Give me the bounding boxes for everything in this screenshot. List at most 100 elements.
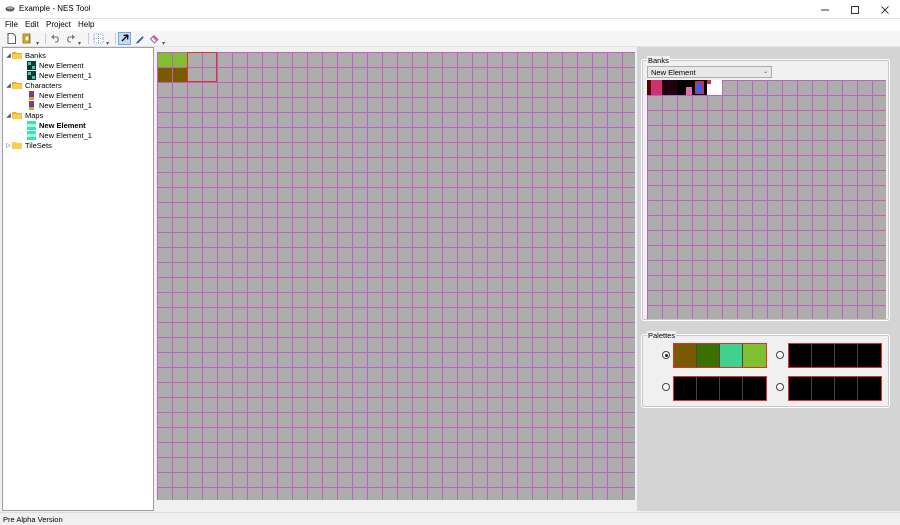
palette-swatch[interactable]	[674, 377, 697, 400]
collapse-icon[interactable]: ◢	[5, 82, 12, 89]
pencil-icon	[135, 35, 144, 43]
palette-swatch[interactable]	[720, 344, 743, 367]
minimize-icon	[821, 9, 829, 10]
close-button[interactable]	[870, 0, 900, 19]
select-arrow-icon	[121, 34, 129, 42]
map-grid	[157, 52, 635, 500]
toolbar: ▾ ▾ ▾ ▾	[0, 31, 900, 47]
redo-icon	[67, 34, 75, 43]
redo-button[interactable]	[64, 32, 77, 45]
tree-item-character-1[interactable]: New Element	[27, 90, 84, 100]
grid-icon	[93, 33, 104, 44]
tool-dropdown-icon[interactable]: ▾	[162, 40, 167, 47]
tree-label: New Element_1	[39, 130, 92, 140]
palette-radio-1[interactable]	[776, 351, 784, 359]
tree-folder-maps[interactable]: ◢ Maps	[5, 110, 43, 120]
select-tool-button[interactable]	[118, 32, 131, 45]
eraser-icon	[149, 34, 158, 43]
tree-item-bank-2[interactable]: New Element_1	[27, 70, 92, 80]
bank-tile-icon	[27, 60, 36, 70]
menu-help[interactable]: Help	[77, 20, 95, 29]
undo-button[interactable]	[49, 32, 62, 45]
palette-swatch[interactable]	[858, 344, 881, 367]
bank-tile-grid[interactable]	[647, 80, 886, 319]
tree-folder-tilesets[interactable]: ▷ TileSets	[5, 140, 52, 150]
palette-swatch[interactable]	[697, 377, 720, 400]
grid-toggle-button[interactable]	[92, 32, 105, 45]
map-icon	[27, 120, 36, 130]
palette-2[interactable]	[673, 376, 767, 401]
bank-tile-icon	[27, 70, 36, 80]
banks-group: Banks New Element ⌄	[641, 56, 890, 321]
menu-project[interactable]: Project	[45, 20, 72, 29]
menu-file[interactable]: File	[4, 20, 19, 29]
status-text: Pre Alpha Version	[3, 515, 63, 524]
pencil-tool-button[interactable]	[133, 32, 146, 45]
palette-swatch[interactable]	[812, 377, 835, 400]
tree-label: Maps	[25, 110, 44, 120]
palette-swatch[interactable]	[812, 344, 835, 367]
open-dropdown-icon[interactable]: ▾	[36, 40, 41, 47]
palette-swatch[interactable]	[789, 377, 812, 400]
tree-label-selected: New Element	[39, 120, 86, 130]
window-title: Example - NES Tool	[19, 4, 91, 13]
palette-swatch[interactable]	[743, 344, 766, 367]
status-bar: Pre Alpha Version	[0, 512, 900, 525]
new-file-icon	[7, 33, 16, 44]
toolbar-separator	[45, 33, 46, 44]
palette-swatch[interactable]	[835, 377, 858, 400]
bank-tiles-preview	[647, 80, 722, 95]
tree-folder-banks[interactable]: ◢ Banks	[5, 50, 46, 60]
tree-label: TileSets	[25, 140, 52, 150]
maximize-button[interactable]	[840, 0, 870, 19]
palette-swatch[interactable]	[789, 344, 812, 367]
palette-swatch[interactable]	[835, 344, 858, 367]
palette-swatch[interactable]	[858, 377, 881, 400]
palette-1[interactable]	[788, 343, 882, 368]
tree-item-map-1[interactable]: New Element	[27, 120, 86, 130]
palette-radio-0[interactable]	[662, 351, 670, 359]
palette-3[interactable]	[788, 376, 882, 401]
collapse-icon[interactable]: ◢	[5, 52, 12, 59]
banks-group-title: Banks	[647, 56, 670, 65]
menu-bar: File Edit Project Help	[0, 19, 900, 31]
bank-select-value: New Element	[651, 67, 696, 77]
palette-radio-2[interactable]	[662, 383, 670, 391]
tree-item-map-2[interactable]: New Element_1	[27, 130, 92, 140]
palette-swatch[interactable]	[674, 344, 697, 367]
palette-radio-3[interactable]	[776, 383, 784, 391]
toolbar-separator	[88, 33, 89, 44]
palette-swatch[interactable]	[743, 377, 766, 400]
close-icon	[881, 5, 889, 14]
redo-dropdown-icon[interactable]: ▾	[78, 40, 83, 47]
minimize-button[interactable]	[810, 0, 840, 19]
project-tree: ◢ Banks New Element New Element_1 ◢ Char…	[2, 47, 154, 511]
menu-edit[interactable]: Edit	[24, 20, 40, 29]
maximize-icon	[851, 5, 859, 14]
open-folder-icon	[22, 33, 31, 44]
title-bar: Example - NES Tool	[0, 0, 900, 19]
expand-icon[interactable]: ▷	[5, 142, 12, 149]
map-canvas[interactable]	[157, 52, 635, 500]
character-icon	[29, 90, 34, 100]
nes-tool-icon	[5, 6, 15, 12]
collapse-icon[interactable]: ◢	[5, 112, 12, 119]
grid-dropdown-icon[interactable]: ▾	[106, 40, 111, 47]
tree-label: Characters	[25, 80, 62, 90]
tree-item-bank-1[interactable]: New Element	[27, 60, 84, 70]
folder-icon	[12, 142, 22, 149]
palette-swatch[interactable]	[697, 344, 720, 367]
tree-label: New Element	[39, 60, 84, 70]
bank-select[interactable]: New Element ⌄	[647, 66, 772, 78]
folder-open-icon	[12, 112, 22, 119]
open-button[interactable]	[21, 32, 34, 45]
tree-folder-characters[interactable]: ◢ Characters	[5, 80, 62, 90]
palette-0[interactable]	[673, 343, 767, 368]
tree-label: New Element_1	[39, 70, 92, 80]
eraser-tool-button[interactable]	[147, 32, 160, 45]
chevron-down-icon: ⌄	[762, 69, 768, 75]
tree-item-character-2[interactable]: New Element_1	[27, 100, 92, 110]
palette-swatch[interactable]	[720, 377, 743, 400]
new-file-button[interactable]	[5, 32, 18, 45]
character-icon	[29, 100, 34, 110]
